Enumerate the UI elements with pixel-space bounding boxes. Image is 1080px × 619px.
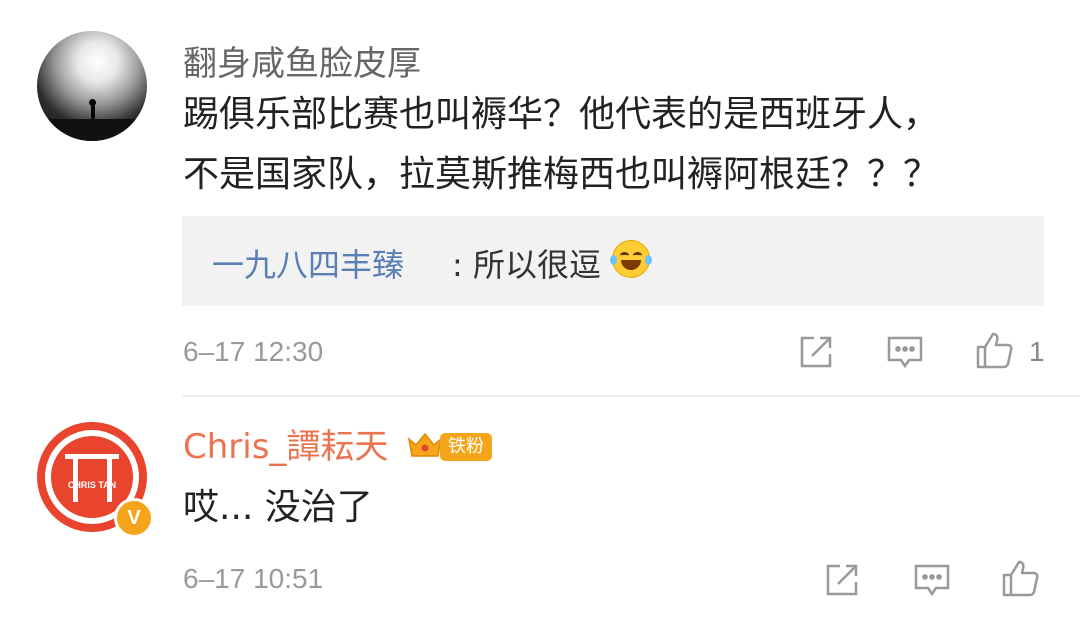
username[interactable]: 翻身咸鱼脸皮厚: [183, 36, 421, 85]
fan-badge: 铁粉: [440, 433, 492, 461]
comment-icon[interactable]: [885, 332, 925, 372]
comment-text-line: 踢俱乐部比赛也叫褥华？他代表的是西班牙人，: [183, 94, 940, 135]
avatar-text: CHRIS TAN: [67, 480, 117, 490]
timestamp: 6–17 10:51: [183, 563, 324, 594]
share-icon[interactable]: [822, 560, 862, 600]
comment-icon[interactable]: [912, 560, 952, 600]
comment-item: CHRIS TAN Chris_譚耘天 铁粉 哎... 没治了 6–17 10:…: [0, 397, 1080, 619]
timestamp: 6–17 12:30: [183, 336, 324, 367]
laughing-crying-emoji-icon: [610, 240, 652, 278]
reply-preview[interactable]: 一九八四丰臻 : 所以很逗: [182, 216, 1044, 306]
reply-username[interactable]: 一九八四丰臻: [212, 240, 404, 286]
reply-text: : 所以很逗: [452, 246, 601, 284]
avatar[interactable]: [37, 31, 147, 141]
crown-icon: [406, 430, 444, 460]
like-icon[interactable]: [1000, 558, 1040, 598]
like-icon[interactable]: [974, 330, 1014, 370]
share-icon[interactable]: [796, 332, 836, 372]
comment-item: 翻身咸鱼脸皮厚 踢俱乐部比赛也叫褥华？他代表的是西班牙人， 不是国家队，拉莫斯推…: [0, 0, 1080, 396]
verified-icon: V: [114, 498, 154, 538]
comment-text-line: 不是国家队，拉莫斯推梅西也叫褥阿根廷？？？: [183, 154, 940, 195]
username[interactable]: Chris_譚耘天: [183, 419, 388, 468]
like-count: 1: [1029, 336, 1045, 367]
comment-text-line: 哎... 没治了: [183, 487, 373, 528]
